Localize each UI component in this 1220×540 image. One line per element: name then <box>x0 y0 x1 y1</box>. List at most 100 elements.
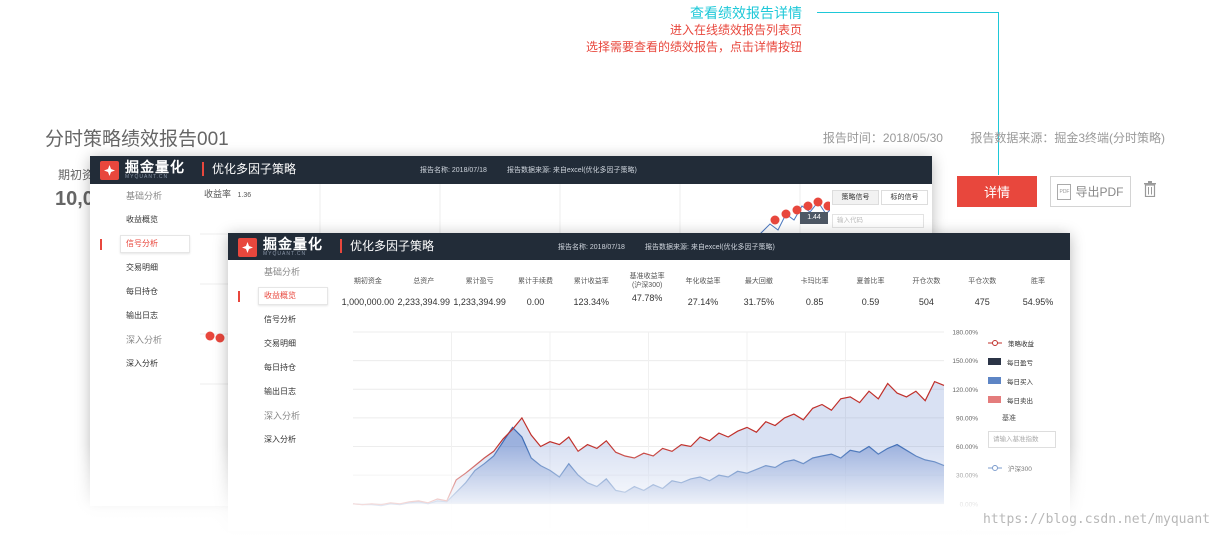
metric-label: 总资产 <box>413 277 435 285</box>
line-marker-icon <box>988 464 1002 471</box>
metric-label: 夏普比率 <box>856 277 885 285</box>
returns-chart: 180.00% 150.00% 120.00% 90.00% 60.00% 30.00% 0… <box>352 330 978 532</box>
metrics-table: 期初资金 1,000,000.00 总资产 2,233,394.99 累计盈亏 1,2… <box>340 269 1066 307</box>
front-logo: 掘金量化 MYQUANT.CN <box>238 237 323 257</box>
data-source-meta: 报告数据来源: 来自excel(优化多因子策略) <box>645 244 775 251</box>
legend-daily-buy[interactable]: 每日买入 <box>988 371 1068 390</box>
nav-group-deep: 深入分析 <box>264 411 301 421</box>
bg-stat-label: 期初资 <box>58 168 95 182</box>
line-marker-icon <box>988 339 1002 346</box>
logo-text: 掘金量化 <box>263 236 323 252</box>
legend-label: 每日盈亏 <box>1007 359 1033 367</box>
legend-daily-loss[interactable]: 每日盈亏 <box>988 352 1068 371</box>
report-title: 分时策略绩效报告001 <box>45 129 229 150</box>
metric-label: 开仓次数 <box>912 277 941 285</box>
callout-line-2: 选择需要查看的绩效报告，点击详情按钮 <box>585 40 802 54</box>
export-pdf-button[interactable]: PDF 导出PDF <box>1050 176 1131 207</box>
trash-icon[interactable] <box>1143 181 1157 197</box>
metric-value: 2,233,394.99 <box>397 297 451 307</box>
legend-label: 每日卖出 <box>1007 397 1033 405</box>
signal-toggle: 策略信号 标的信号 <box>832 190 928 205</box>
nav-item-deep[interactable]: 深入分析 <box>228 428 338 452</box>
logo-text: 掘金量化 <box>125 159 185 175</box>
nav-group-basic: 基础分析 <box>264 267 301 277</box>
code-input[interactable]: 输入代码 <box>832 214 924 228</box>
target-signal-tab[interactable]: 标的信号 <box>881 190 928 205</box>
nav-item-overview[interactable]: 收益概览 <box>228 284 338 308</box>
strategy-signal-tab[interactable]: 策略信号 <box>832 190 879 205</box>
export-pdf-label: 导出PDF <box>1075 185 1124 199</box>
logo-mark-icon <box>238 237 257 257</box>
front-topbar: 掘金量化 MYQUANT.CN 优化多因子策略 报告名称: 2018/07/18… <box>228 233 1070 260</box>
front-sidebar: 基础分析 收益概览 信号分析 交易明细 每日持仓 输出日志 深入分析 深入分析 <box>228 260 338 452</box>
legend-label: 策略收益 <box>1008 340 1034 348</box>
swatch-icon <box>988 377 1001 384</box>
metric-label-line2: (沪深300) <box>631 282 663 289</box>
metric-win-rate: 胜率 54.95% <box>1010 269 1066 308</box>
metric-value: 54.95% <box>1022 297 1054 307</box>
screenshot-stage: 查看绩效报告详情 进入在线绩效报告列表页 选择需要查看的绩效报告，点击详情按钮 … <box>0 0 1220 540</box>
report-time: 报告时间：2018/05/30 <box>822 131 943 145</box>
nav-item-holdings[interactable]: 每日持仓 <box>228 356 338 380</box>
metric-value: 47.78% <box>631 293 663 303</box>
metric-label: 期初资金 <box>353 277 382 285</box>
price-tag: 1.44 <box>800 212 828 224</box>
y-tick-label: 0.00% <box>960 501 979 508</box>
metric-max-drawdown: 最大回撤 31.75% <box>731 269 787 308</box>
metric-value: 31.75% <box>743 297 775 307</box>
metric-total-assets: 总资产 2,233,394.99 <box>396 269 452 308</box>
benchmark-input[interactable]: 请输入基准指数 <box>988 431 1056 448</box>
back-signal-panel: 策略信号 标的信号 输入代码 <box>832 190 928 228</box>
legend-label: 每日买入 <box>1007 378 1033 386</box>
metric-value: 1,233,394.99 <box>453 297 506 307</box>
nav-item-trades[interactable]: 交易明细 <box>228 332 338 356</box>
nav-item-logs[interactable]: 输出日志 <box>90 304 200 328</box>
metric-cumulative-return: 累计收益率 123.34% <box>563 269 619 308</box>
bg-stat-value: 10,0 <box>55 188 94 210</box>
metric-label: 平仓次数 <box>968 277 997 285</box>
y-tick-label: 150.00% <box>952 358 978 365</box>
metric-value: 504 <box>918 297 934 307</box>
callout-leader-horizontal <box>817 12 999 13</box>
pdf-icon: PDF <box>1057 183 1072 200</box>
report-name-meta: 报告名称: 2018/07/18 <box>420 167 487 174</box>
y-tick-label: 30.00% <box>956 473 978 480</box>
swatch-icon <box>988 396 1001 403</box>
y-tick-label: -30.00% <box>954 530 978 531</box>
metric-annual-return: 年化收益率 27.14% <box>675 269 731 308</box>
nav-item-logs[interactable]: 输出日志 <box>228 380 338 404</box>
y-axis-ticks: 180.00% 150.00% 120.00% 90.00% 60.00% 30.00% 0… <box>952 330 978 532</box>
chart-legend: 策略收益 每日盈亏 每日买入 每日卖出 基准 请输入基准指数 沪深300 <box>988 333 1068 477</box>
legend-strategy[interactable]: 策略收益 <box>988 333 1068 352</box>
nav-item-deep[interactable]: 深入分析 <box>90 352 200 376</box>
nav-item-signal[interactable]: 信号分析 <box>90 232 200 256</box>
nav-group-basic: 基础分析 <box>126 191 163 201</box>
metric-value: 475 <box>974 297 990 307</box>
detail-button[interactable]: 详情 <box>957 176 1037 207</box>
y-tick-label: 90.00% <box>956 415 978 422</box>
strategy-name: 优化多因子策略 <box>340 239 434 253</box>
back-sidebar: 基础分析 收益概览 信号分析 交易明细 每日持仓 输出日志 深入分析 深入分析 <box>90 184 200 376</box>
metric-value: 0.59 <box>861 297 880 307</box>
nav-item-holdings[interactable]: 每日持仓 <box>90 280 200 304</box>
nav-item-signal[interactable]: 信号分析 <box>228 308 338 332</box>
swatch-icon <box>988 358 1001 365</box>
metric-calmar: 卡玛比率 0.85 <box>787 269 843 308</box>
metric-benchmark-return: 基准收益率 (沪深300) 47.78% <box>619 269 675 307</box>
metric-label: 年化收益率 <box>685 277 721 285</box>
metric-fees: 累计手续费 0.00 <box>508 269 564 308</box>
legend-daily-sell[interactable]: 每日卖出 <box>988 390 1068 409</box>
nav-item-overview[interactable]: 收益概览 <box>90 208 200 232</box>
data-source-meta: 报告数据来源: 来自excel(优化多因子策略) <box>507 167 637 174</box>
metric-label: 累计手续费 <box>517 277 553 285</box>
metric-label: 胜率 <box>1031 277 1046 285</box>
legend-label: 沪深300 <box>1008 465 1032 473</box>
metric-value: 0.00 <box>526 297 545 307</box>
strategy-name: 优化多因子策略 <box>202 162 296 176</box>
nav-group-deep: 深入分析 <box>126 335 163 345</box>
nav-item-trades[interactable]: 交易明细 <box>90 256 200 280</box>
back-logo: 掘金量化 MYQUANT.CN <box>100 160 185 180</box>
metric-initial-capital: 期初资金 1,000,000.00 <box>340 269 396 308</box>
callout-leader-vertical <box>998 12 999 175</box>
legend-hs300[interactable]: 沪深300 <box>988 458 1068 477</box>
